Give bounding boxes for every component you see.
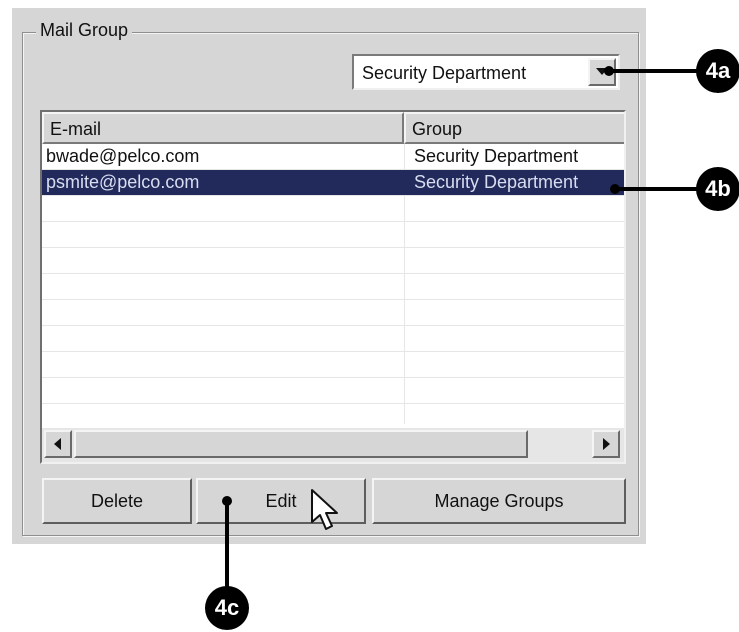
list-header: E-mail Group [42, 112, 624, 144]
callout-4a: 4a [696, 49, 739, 93]
row-group: Security Department [414, 172, 579, 192]
scrollbar-thumb[interactable] [74, 430, 528, 458]
column-header-group[interactable]: Group [404, 112, 624, 144]
callout-4b-line [615, 187, 701, 191]
manage-groups-button[interactable]: Manage Groups [372, 478, 626, 524]
email-list[interactable]: E-mail Group bwade@pelco.com Security De… [40, 110, 626, 464]
column-header-email[interactable]: E-mail [42, 112, 404, 144]
row-group: Security Department [414, 146, 579, 166]
mouse-pointer-icon [311, 489, 338, 530]
group-dropdown[interactable]: Security Department [352, 54, 620, 90]
delete-button[interactable]: Delete [42, 478, 192, 524]
table-row-selected[interactable]: psmite@pelco.com Security Department [42, 170, 624, 196]
empty-row [42, 222, 624, 248]
empty-row [42, 378, 624, 404]
empty-row [42, 300, 624, 326]
empty-row [42, 352, 624, 378]
callout-4a-line [609, 69, 701, 73]
empty-row [42, 248, 624, 274]
scroll-right-icon[interactable] [592, 430, 620, 458]
scroll-left-icon[interactable] [44, 430, 72, 458]
callout-4c: 4c [205, 586, 249, 630]
list-body: bwade@pelco.com Security Department psmi… [42, 144, 624, 424]
horizontal-scrollbar[interactable] [42, 428, 624, 462]
callout-4b: 4b [696, 167, 739, 211]
callout-4c-line [225, 500, 229, 594]
empty-row [42, 274, 624, 300]
empty-row [42, 196, 624, 222]
row-email: bwade@pelco.com [46, 146, 200, 166]
group-dropdown-value: Security Department [362, 63, 527, 83]
table-row[interactable]: bwade@pelco.com Security Department [42, 144, 624, 170]
empty-row [42, 326, 624, 352]
mail-group-title: Mail Group [36, 20, 133, 41]
row-email: psmite@pelco.com [46, 172, 200, 192]
